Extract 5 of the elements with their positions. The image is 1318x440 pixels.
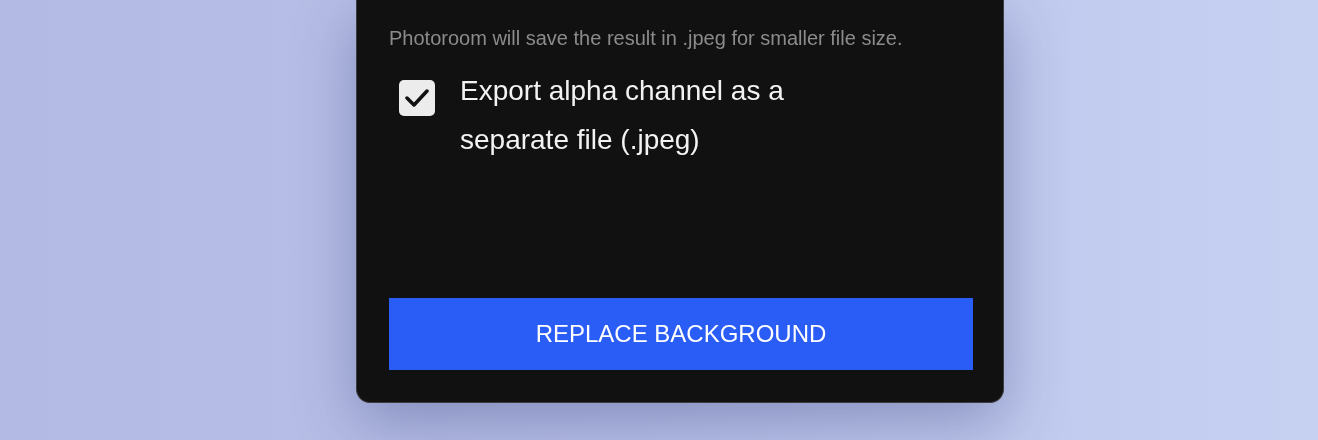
format-note: Photoroom will save the result in .jpeg for smaller file size. (389, 26, 904, 51)
replace-background-button[interactable]: REPLACE BACKGROUND (389, 298, 973, 370)
alpha-checkbox[interactable] (399, 80, 435, 116)
checkbox-label: Export alpha channel as a separate file (.jpeg) (460, 74, 785, 157)
checkmark-icon (405, 88, 429, 108)
